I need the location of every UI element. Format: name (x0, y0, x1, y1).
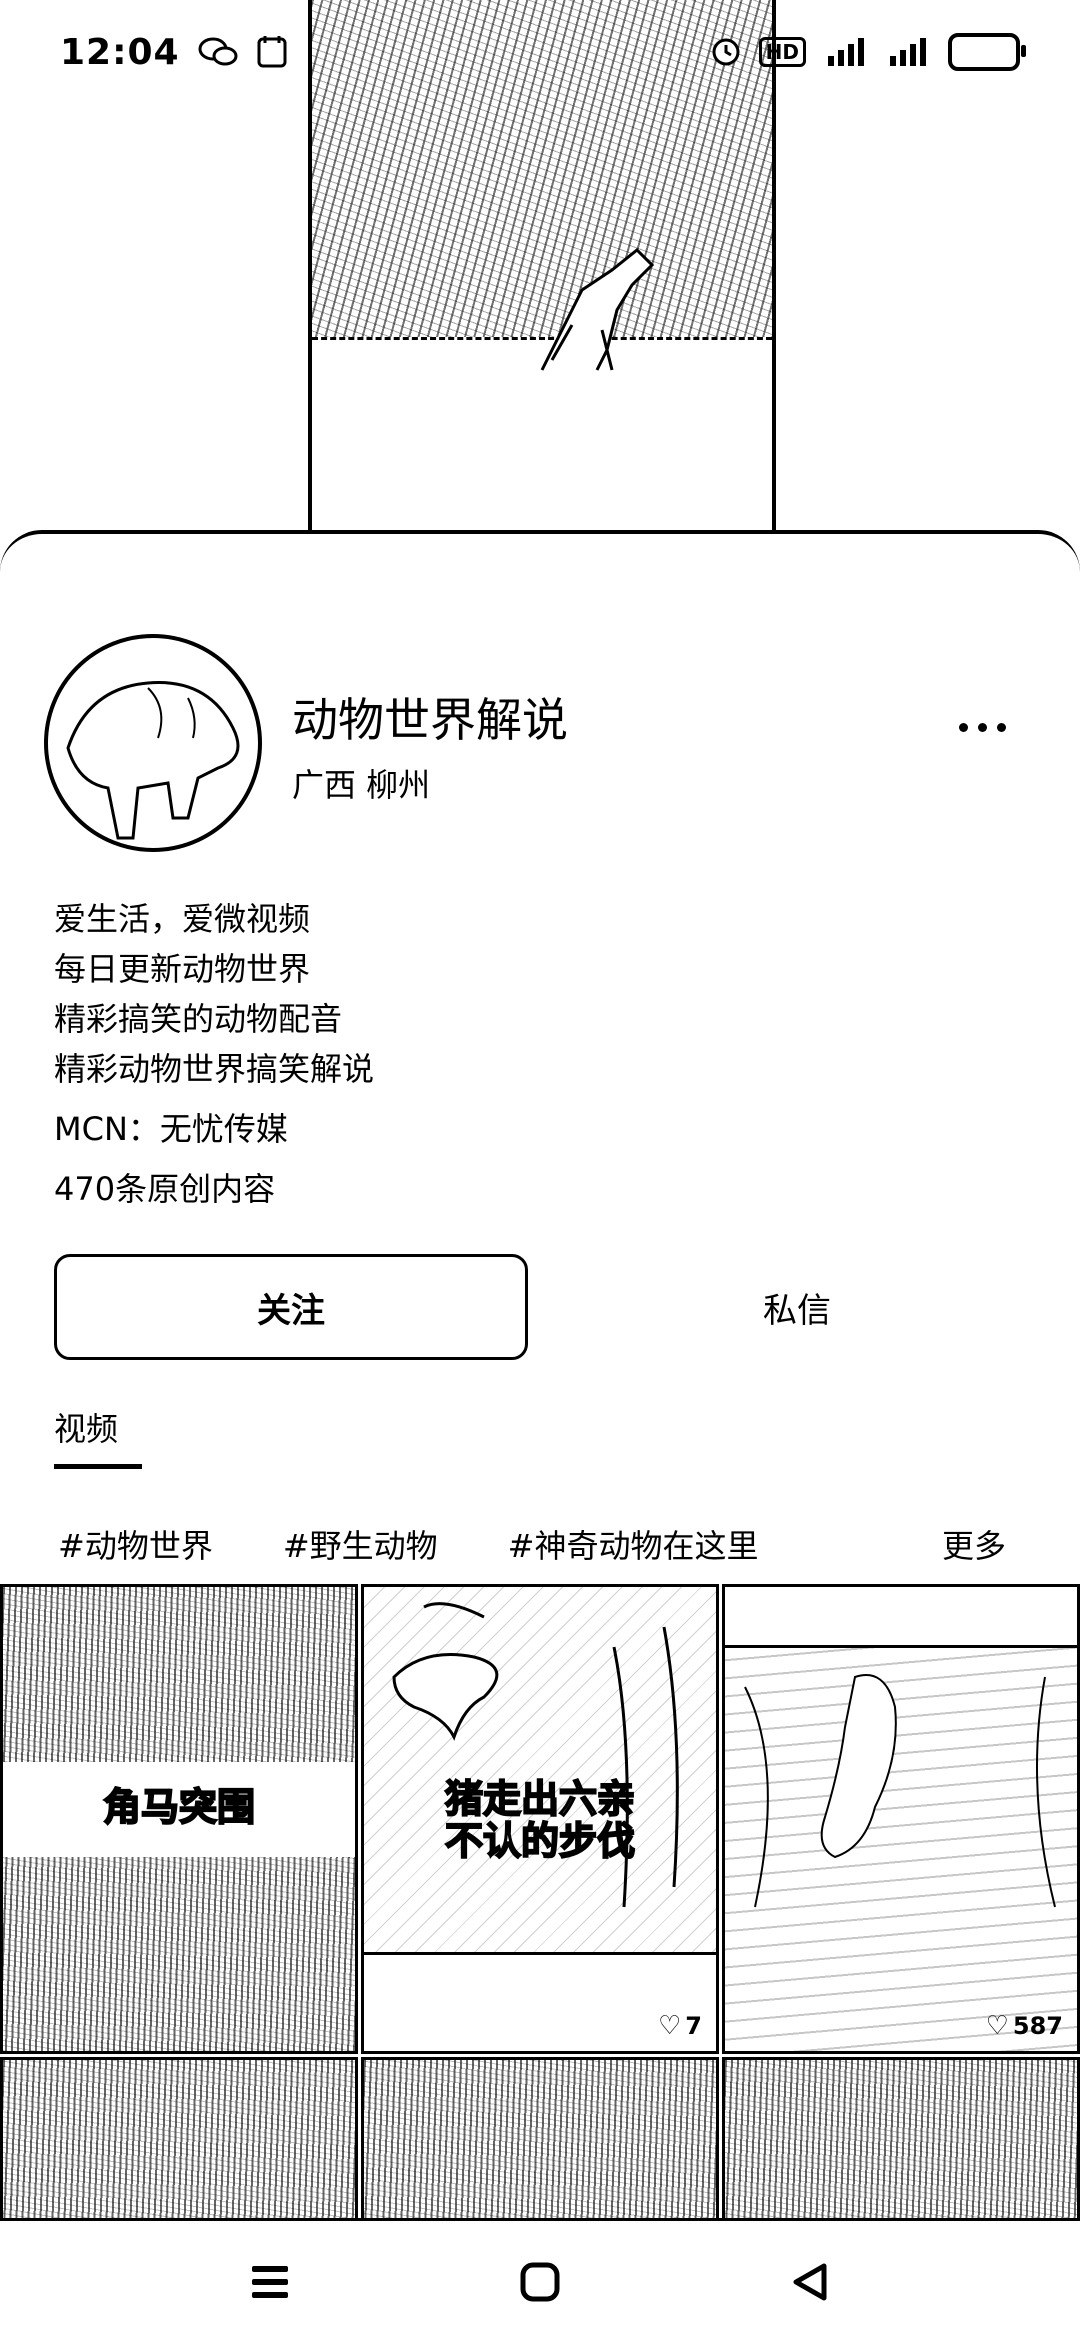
original-count: 470条原创内容 (54, 1170, 276, 1208)
back-icon[interactable] (780, 2252, 840, 2312)
avatar[interactable] (44, 634, 262, 852)
status-right: HD (711, 33, 1026, 71)
status-bar: 12:04 HD (0, 0, 1080, 104)
like-number: 587 (1012, 2012, 1063, 2040)
video-thumbnail[interactable]: 角马突围 (0, 1584, 358, 2054)
pig-figure (392, 1602, 679, 1908)
video-thumbnail[interactable] (0, 2057, 358, 2227)
avatar-image (66, 681, 240, 840)
more-options-icon[interactable] (952, 712, 1012, 742)
tab-video[interactable]: 视频 (54, 1404, 118, 1468)
dot (958, 722, 968, 732)
dot (977, 722, 987, 732)
bio-line: 爱生活，爱微视频 (54, 900, 311, 938)
deer-figure (540, 247, 655, 371)
home-icon[interactable] (510, 2252, 570, 2312)
status-left: 12:04 (60, 32, 288, 73)
dot (996, 722, 1006, 732)
system-nav-bar (0, 2218, 1080, 2343)
message-button[interactable]: 私信 (560, 1254, 1034, 1360)
hd-icon: HD (758, 37, 806, 67)
menu-icon[interactable] (240, 2252, 300, 2312)
profile-location: 广西 柳州 (292, 766, 431, 804)
signal-4g-icon (828, 38, 864, 66)
video-thumbnail[interactable] (361, 2057, 719, 2227)
alarm-icon (712, 38, 740, 66)
like-count: ♡ 7 (658, 2011, 702, 2041)
tab-indicator (54, 1464, 142, 1469)
wechat-icon (198, 37, 238, 66)
profile-name: 动物世界解说 (292, 693, 568, 747)
hashtag-item[interactable]: #神奇动物在这里 (508, 1521, 759, 1567)
battery-icon (948, 33, 1026, 71)
follow-button[interactable]: 关注 (54, 1254, 528, 1360)
hashtag-item[interactable]: #野生动物 (283, 1521, 438, 1567)
profile-sheet: 动物世界解说 广西 柳州 爱生活，爱微视频 每日更新动物世界 精彩搞笑的动物配音… (0, 530, 1080, 2227)
heart-icon: ♡ (657, 2011, 682, 2041)
bio-line: 每日更新动物世界 (54, 950, 311, 988)
video-thumbnail[interactable]: ♡ 587 (722, 1584, 1080, 2054)
video-thumbnail[interactable]: 猪走出六亲 不认的步伐 ♡ 7 (361, 1584, 719, 2054)
like-count: ♡ 587 (986, 2011, 1063, 2041)
thumbnail-top (725, 1587, 1077, 1648)
goat-figure (744, 1674, 1056, 1908)
video-caption-line: 不认的步伐 (444, 1818, 636, 1864)
signal-4g-icon-2 (890, 38, 926, 66)
clock-time: 12:04 (60, 31, 180, 73)
video-thumbnail[interactable] (722, 2057, 1080, 2227)
video-caption: 角马突围 (102, 1784, 256, 1830)
hashtag-bar: #动物世界 #野生动物 #神奇动物在这里 更多 (0, 1514, 1080, 1574)
calendar-icon (257, 36, 287, 68)
hashtag-more-link[interactable]: 更多 (942, 1521, 1006, 1567)
hashtag-item[interactable]: #动物世界 (58, 1521, 213, 1567)
video-caption-line: 猪走出六亲 (444, 1776, 636, 1822)
like-number: 7 (685, 2012, 702, 2040)
profile-bio: 爱生活，爱微视频 每日更新动物世界 精彩搞笑的动物配音 精彩动物世界搞笑解说 (54, 894, 374, 1094)
video-grid: 角马突围 猪走出六亲 不认的步伐 ♡ 7 ♡ 587 (0, 1584, 1080, 2227)
mcn-info: MCN：无忧传媒 (54, 1110, 288, 1148)
bio-line: 精彩动物世界搞笑解说 (54, 1050, 375, 1088)
bio-line: 精彩搞笑的动物配音 (54, 1000, 343, 1038)
heart-icon: ♡ (985, 2011, 1009, 2041)
